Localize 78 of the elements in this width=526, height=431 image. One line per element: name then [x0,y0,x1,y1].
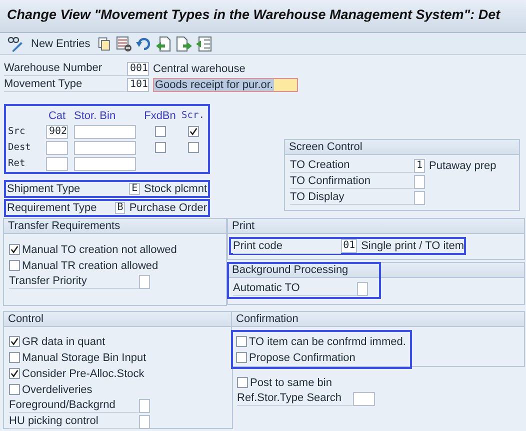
checkbox[interactable] [9,384,20,395]
column-header: FxdBn [144,110,176,122]
input-field[interactable] [414,174,425,188]
input-field[interactable] [139,414,150,428]
field-description: Stock plcmnt [144,182,207,196]
checkbox-label: Manual TR creation allowed [22,260,158,272]
input-field[interactable] [139,398,150,412]
field-label: Transfer Priority [9,274,139,289]
field-label: Foreground/Backgrnd [9,398,139,413]
input-field[interactable]: 902 [46,124,68,138]
new-entries-button[interactable]: New Entries [27,38,94,50]
field-label: TO Display [290,190,414,205]
input-field[interactable] [74,156,136,170]
checkbox[interactable] [9,368,20,379]
input-field[interactable] [74,124,136,138]
field-label: Requirement Type [7,202,98,214]
field-label: HU picking control [9,414,139,429]
checkbox[interactable] [188,126,198,137]
checkbox[interactable] [236,352,247,363]
checkbox-label: TO item can be confrmd immed. [249,336,406,348]
input-field[interactable] [139,274,150,288]
document-left-arrow-icon[interactable] [156,36,172,52]
column-header: Stor. Bin [74,110,117,122]
field-label: Movement Type [4,77,127,92]
undo-icon[interactable] [136,36,152,52]
window-title: Change View "Movement Types in the Warehouse Management System": Det [0,0,526,33]
checkbox-label: Consider Pre-Alloc.Stock [22,368,144,380]
row-label: Dest [8,142,32,153]
glasses-pencil-icon[interactable] [7,36,23,52]
checkbox[interactable] [9,352,20,363]
checkbox-label: Manual TO creation not allowed [22,244,177,256]
checkbox[interactable] [154,142,166,153]
checkbox-label: Overdeliveries [22,384,92,396]
checkbox[interactable] [9,336,20,347]
panel-title: Screen Control [285,140,519,155]
input-field[interactable]: 1 [414,158,425,172]
panel-title: Transfer Requirements [4,219,226,234]
input-field[interactable]: 101 [127,78,149,92]
input-field[interactable]: Goods receipt for pur.or. [153,78,298,92]
column-header: Cat [47,110,67,122]
checkbox[interactable] [188,142,198,153]
checkbox-label: GR data in quant [22,336,106,348]
input-field[interactable]: 001 [127,62,149,76]
panel-title: Background Processing [228,263,524,278]
checkbox[interactable] [237,377,248,388]
row-label: Ret [8,158,26,169]
field-label: Warehouse Number [4,61,127,76]
input-field[interactable] [74,140,136,154]
document-right-arrow-icon[interactable] [176,36,192,52]
copy-icon[interactable] [98,36,112,52]
field-label: TO Creation [290,158,414,173]
input-field[interactable]: E [129,183,140,195]
delete-row-icon[interactable] [116,36,132,52]
checkbox-label: Propose Confirmation [249,352,356,364]
field-label: Automatic TO [233,281,357,296]
input-field[interactable]: B [115,202,126,214]
checkbox[interactable] [154,126,166,137]
checkbox[interactable] [9,244,20,255]
field-label: Shipment Type [7,182,82,196]
field-description: Putaway prep [429,160,496,172]
input-field[interactable] [414,190,425,204]
panel-title: Control [4,312,232,327]
checkbox-label: Post to same bin [250,376,332,388]
field-description: Central warehouse [153,62,246,74]
input-field[interactable]: 01 [341,239,358,253]
field-label: TO Confirmation [290,174,414,189]
input-field[interactable] [353,392,375,406]
column-header: Scr. [180,110,206,121]
panel-title: Confirmation [232,312,524,327]
field-description: Purchase Order [129,202,207,214]
row-label: Src [8,126,26,137]
input-field[interactable] [46,156,68,170]
input-field[interactable] [46,140,68,154]
checkbox[interactable] [9,260,20,271]
checkbox[interactable] [236,336,247,347]
input-field[interactable] [357,282,368,296]
checkbox-label: Manual Storage Bin Input [22,352,146,364]
panel-title: Print [228,219,524,234]
